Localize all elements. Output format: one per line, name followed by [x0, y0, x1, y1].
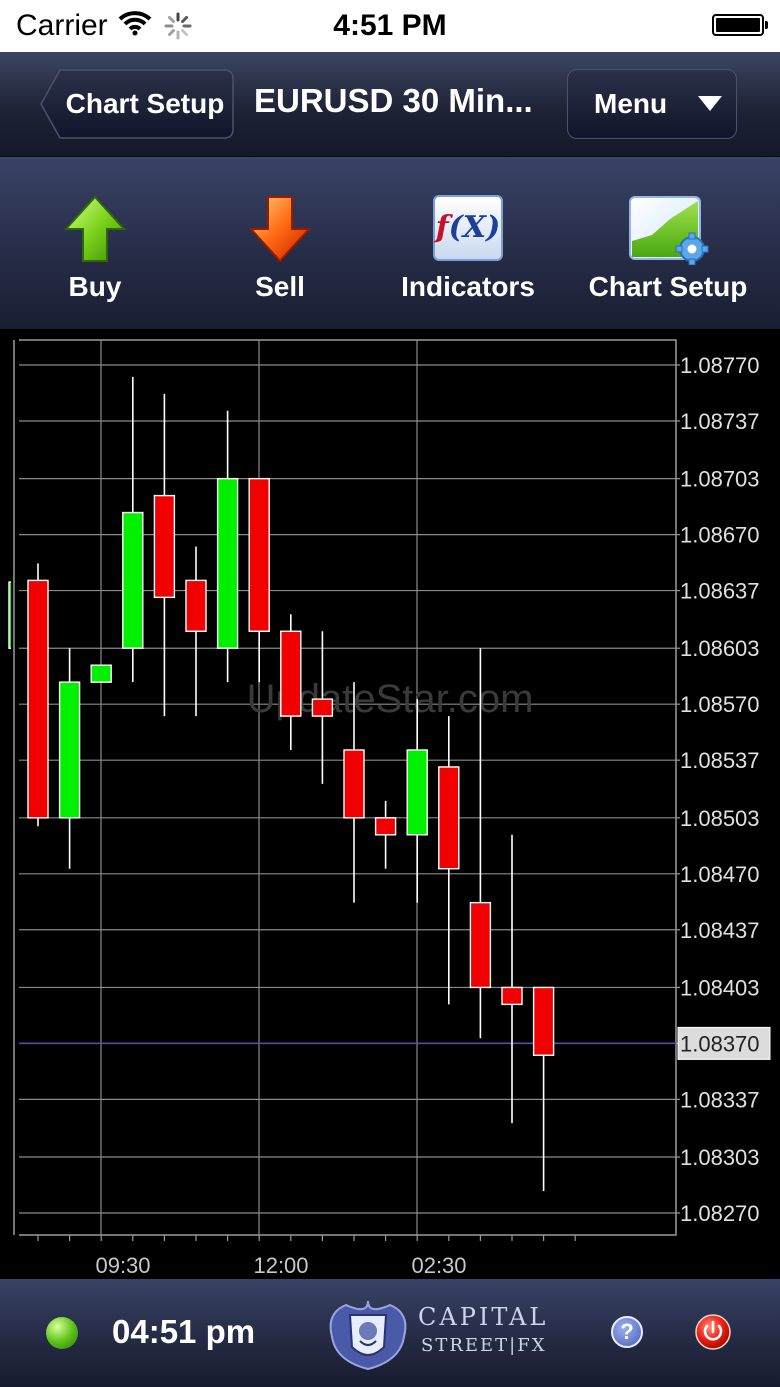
y-tick-label: 1.08337	[680, 1087, 760, 1112]
logo-text-line2: STREET|FX	[421, 1335, 547, 1356]
connection-status-icon	[46, 1317, 78, 1349]
y-tick-label: 1.08403	[680, 975, 760, 1000]
x-tick-label: 02:30	[411, 1253, 466, 1278]
y-tick-label: 1.08303	[680, 1145, 760, 1170]
candle-bull	[122, 511, 144, 649]
page-title: EURUSD 30 Min...	[254, 82, 533, 119]
candle-bear	[532, 986, 555, 1056]
chart-setup-label: Chart Setup	[588, 271, 748, 302]
candle-bear	[27, 579, 49, 819]
power-button[interactable]	[694, 1313, 732, 1351]
bottom-bar: 04:51 pm CAPITAL STREET|FX ?	[0, 1279, 780, 1387]
lion-crest-icon	[329, 1300, 407, 1371]
candle-bear	[501, 986, 523, 1006]
left-clip-mask	[11, 337, 19, 1238]
sell-button[interactable]: Sell	[200, 157, 360, 329]
candle-bear	[438, 766, 460, 870]
y-tick-label: 1.08437	[680, 918, 760, 943]
back-button-label: Chart Setup	[65, 88, 225, 119]
y-tick-label: 1.08270	[680, 1201, 760, 1226]
status-bar: Carrier 4:51 PM	[0, 0, 780, 52]
logo-text-line1: CAPITAL	[418, 1303, 549, 1331]
candle-bear	[153, 494, 176, 599]
y-tick-label: 1.08570	[680, 692, 760, 717]
y-tick-label: 1.08770	[680, 353, 760, 378]
candle-bull	[90, 664, 112, 683]
trade-toolbar: Buy Sell f(X) Indicators Chart Setup	[0, 157, 780, 329]
y-tick-label: 1.08737	[680, 409, 760, 434]
sell-arrow-down-icon	[248, 195, 312, 268]
capital-street-fx-logo: CAPITAL STREET|FX	[322, 1297, 552, 1373]
candle-bear	[311, 698, 334, 717]
question-mark-icon: ?	[620, 1319, 634, 1344]
chevron-down-icon	[698, 96, 722, 111]
status-time: 4:51 PM	[333, 9, 447, 42]
candle-bear	[374, 817, 397, 836]
chart-settings-icon	[626, 195, 710, 270]
function-fx-icon: f(X)	[433, 195, 503, 261]
candle-bear	[248, 477, 270, 632]
price-chart[interactable]: UpdateStar.com 1.08770 1.08737 1.08703 1.086…	[0, 329, 780, 1279]
y-tick-label: 1.08637	[680, 579, 760, 604]
buy-label: Buy	[68, 271, 122, 302]
candle-bull	[216, 477, 239, 649]
menu-button-label: Menu	[594, 88, 668, 119]
y-tick-label: 1.08670	[680, 523, 760, 548]
candle-bull	[406, 749, 428, 836]
candle-bear	[343, 749, 365, 819]
navigation-bar: Chart Setup EURUSD 30 Min... Menu	[0, 52, 780, 157]
current-price-label: 1.08370	[680, 1031, 760, 1056]
indicators-label: Indicators	[401, 271, 535, 302]
clock-time: 04:51 pm	[112, 1313, 256, 1350]
menu-button[interactable]: Menu	[567, 69, 737, 139]
candle-bear	[280, 630, 302, 717]
power-icon	[695, 1314, 731, 1350]
y-tick-label: 1.08603	[680, 636, 760, 661]
x-tick-label: 12:00	[253, 1253, 308, 1278]
sell-label: Sell	[255, 271, 305, 302]
candle-bear	[185, 579, 207, 632]
y-tick-label: 1.08537	[680, 748, 760, 773]
buy-arrow-up-icon	[63, 195, 127, 268]
candlestick-chart[interactable]: UpdateStar.com1.087701.087371.087031.086…	[0, 329, 780, 1279]
y-tick-label: 1.08503	[680, 806, 760, 831]
chart-setup-button[interactable]: Chart Setup	[580, 157, 756, 329]
y-tick-label: 1.08703	[680, 467, 760, 492]
indicators-button[interactable]: f(X) Indicators	[388, 157, 548, 329]
chart-setup-back-button[interactable]: Chart Setup	[40, 69, 234, 139]
battery-icon	[712, 14, 768, 36]
candle-bear	[469, 901, 492, 989]
y-tick-label: 1.08470	[680, 862, 760, 887]
candle-bull	[58, 681, 81, 819]
help-button[interactable]: ?	[611, 1316, 643, 1348]
x-tick-label: 09:30	[95, 1253, 150, 1278]
buy-button[interactable]: Buy	[15, 157, 175, 329]
